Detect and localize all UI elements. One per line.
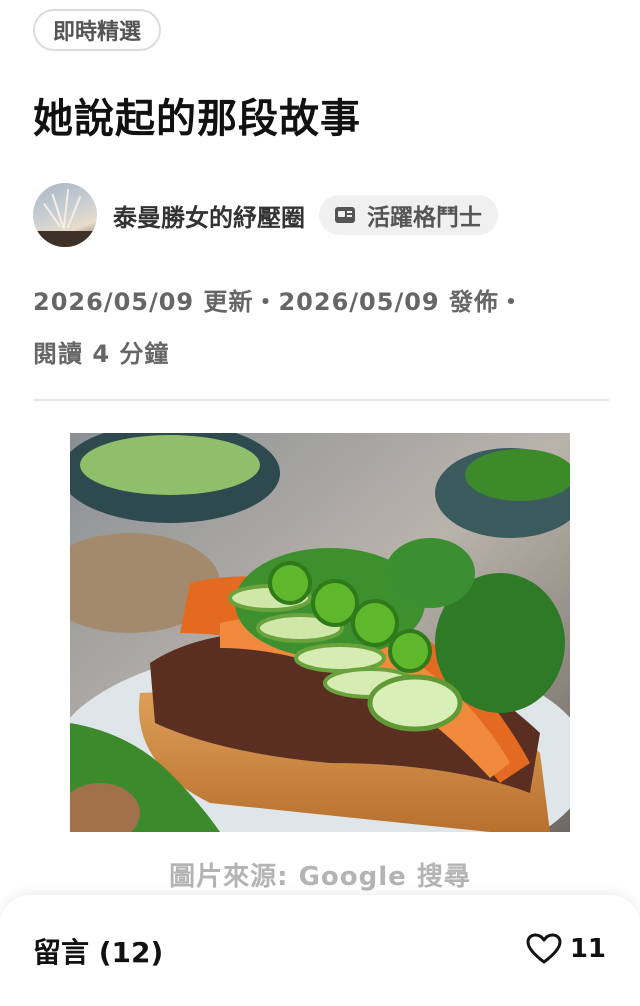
heart-outline-icon (526, 933, 562, 964)
comment-bar: 留言 (12) 11 (0, 895, 640, 1006)
article-title: 她說起的那段故事 (33, 96, 361, 142)
comments-button[interactable]: 留言 (12) (33, 931, 163, 971)
author-badge[interactable]: 活躍格鬥士 (319, 195, 498, 235)
read-time: 閱讀 4 分鐘 (33, 340, 170, 368)
id-card-icon (335, 207, 355, 223)
author-row: 泰曼勝女的紓壓圈 活躍格鬥士 (33, 182, 498, 248)
image-caption: 圖片來源: Google 搜尋 (169, 862, 471, 892)
like-button[interactable]: 11 (526, 933, 606, 965)
article-dates: 2026/05/09 更新・2026/05/09 發佈・ (33, 288, 524, 316)
like-count: 11 (569, 934, 606, 964)
author-avatar[interactable] (33, 183, 97, 247)
category-tag[interactable]: 即時精選 (33, 9, 162, 51)
author-name[interactable]: 泰曼勝女的紓壓圈 (113, 198, 305, 233)
divider (33, 399, 609, 401)
author-badge-label: 活躍格鬥士 (367, 205, 482, 231)
banh-mi-sandwich-photo (70, 433, 570, 832)
